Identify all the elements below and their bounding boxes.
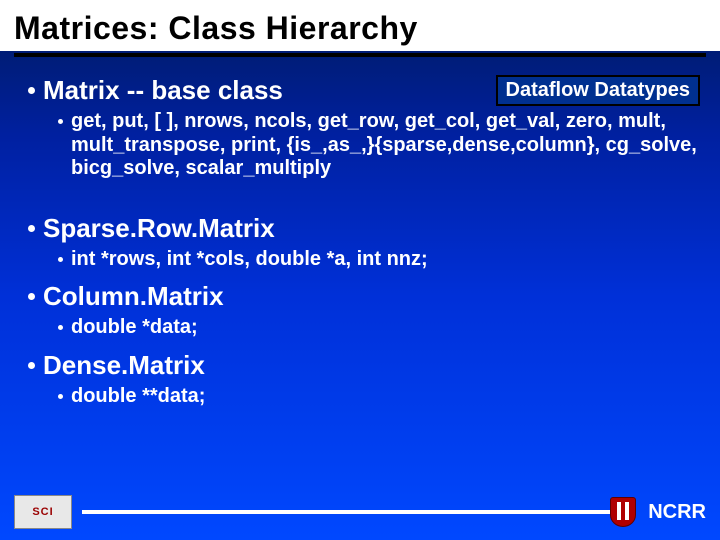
subbullet-dot-icon: [58, 325, 63, 330]
bullet-column: Column.Matrix: [28, 281, 700, 312]
first-row: Matrix -- base class Dataflow Datatypes: [28, 75, 700, 106]
bullet-sparse: Sparse.Row.Matrix: [28, 213, 700, 244]
subbullet-dot-icon: [58, 119, 63, 124]
subbullet-dot-icon: [58, 257, 63, 262]
subbullet-dot-icon: [58, 394, 63, 399]
bullet-column-text: Column.Matrix: [43, 281, 224, 312]
bullet-matrix: Matrix -- base class: [28, 75, 283, 106]
subbullet-column-text: double *data;: [71, 316, 198, 340]
bullet-dot-icon: [28, 225, 35, 232]
slide-title: Matrices: Class Hierarchy: [0, 0, 720, 51]
callout-box: Dataflow Datatypes: [496, 75, 701, 106]
bullet-dot-icon: [28, 293, 35, 300]
crest-icon: [610, 497, 636, 527]
slide-body: Matrix -- base class Dataflow Datatypes …: [0, 57, 720, 487]
footer: SCI NCRR: [0, 490, 720, 540]
footer-rule: [82, 510, 614, 514]
bullet-dense: Dense.Matrix: [28, 350, 700, 381]
bullet-dense-text: Dense.Matrix: [43, 350, 205, 381]
bullet-dot-icon: [28, 87, 35, 94]
bullet-dot-icon: [28, 362, 35, 369]
subbullet-sparse: int *rows, int *cols, double *a, int nnz…: [58, 248, 700, 272]
sci-logo: SCI: [14, 495, 72, 529]
footer-label: NCRR: [648, 501, 706, 524]
subbullet-dense-text: double **data;: [71, 385, 205, 409]
subbullet-matrix-text: get, put, [ ], nrows, ncols, get_row, ge…: [71, 110, 700, 181]
bullet-matrix-text: Matrix -- base class: [43, 75, 283, 106]
subbullet-matrix: get, put, [ ], nrows, ncols, get_row, ge…: [58, 110, 700, 181]
bullet-sparse-text: Sparse.Row.Matrix: [43, 213, 275, 244]
subbullet-sparse-text: int *rows, int *cols, double *a, int nnz…: [71, 248, 428, 272]
subbullet-column: double *data;: [58, 316, 700, 340]
subbullet-dense: double **data;: [58, 385, 700, 409]
